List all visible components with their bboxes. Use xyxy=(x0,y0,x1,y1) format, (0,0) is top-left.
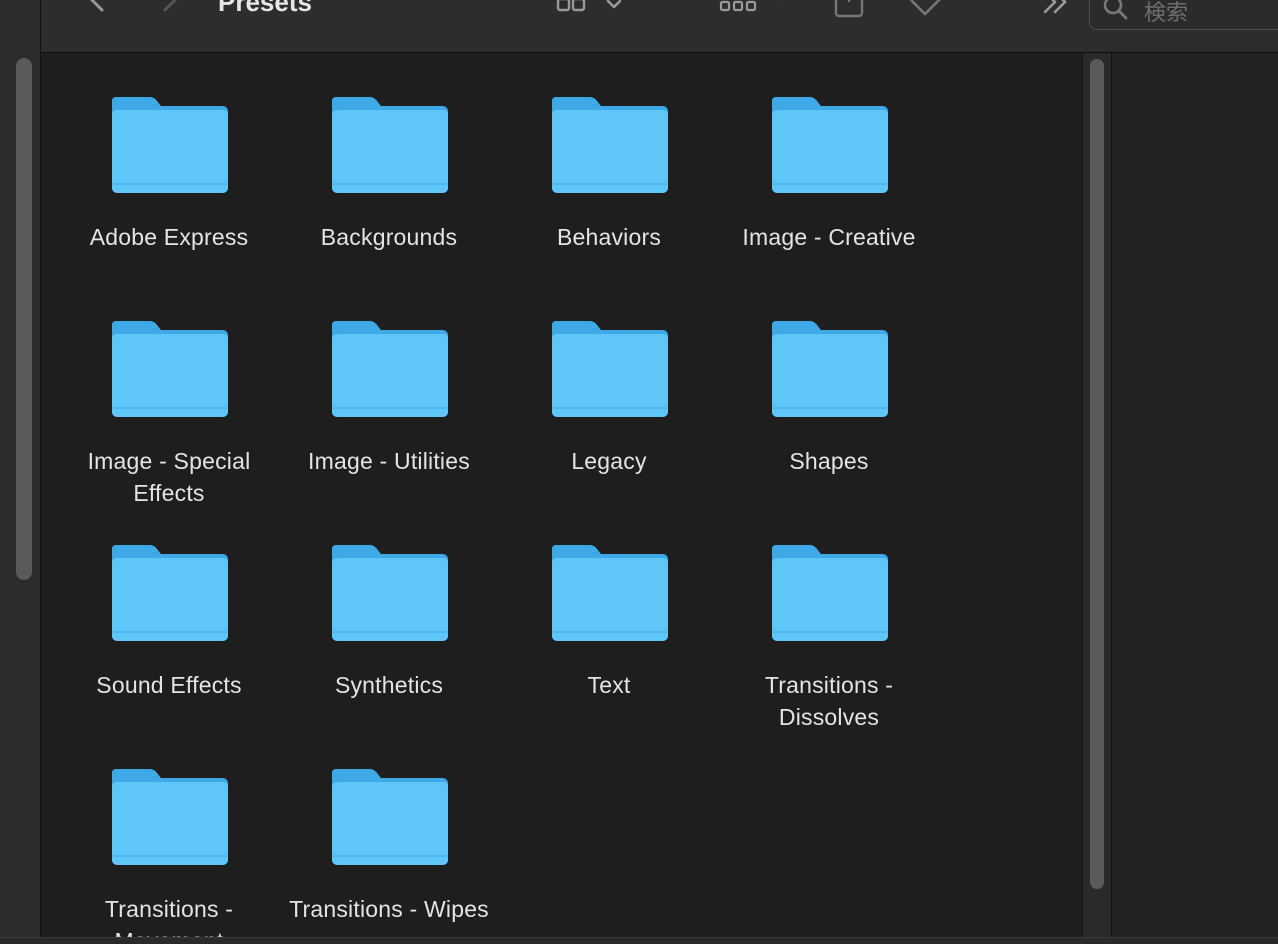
folder-icon xyxy=(112,321,228,417)
sidebar-scrollbar[interactable] xyxy=(16,58,32,580)
folder-item[interactable]: Image - Utilities xyxy=(289,293,489,517)
window-title: Presets xyxy=(218,0,312,17)
folder-label: Shapes xyxy=(789,448,869,474)
folder-icon xyxy=(552,97,668,193)
folder-icon xyxy=(772,321,888,417)
folder-icon xyxy=(552,321,668,417)
folder-item[interactable]: Image - Special Effects xyxy=(69,293,269,517)
folder-label: Behaviors xyxy=(556,224,662,250)
folder-item[interactable]: Backgrounds xyxy=(289,69,489,293)
folder-item[interactable]: Synthetics xyxy=(289,517,489,741)
group-icon[interactable] xyxy=(719,0,793,18)
folder-item[interactable]: Transitions - Dissolves xyxy=(729,517,929,741)
share-icon[interactable] xyxy=(833,0,867,20)
folder-label: Backgrounds xyxy=(320,224,458,250)
folder-item[interactable]: Legacy xyxy=(509,293,709,517)
folder-icon xyxy=(332,321,448,417)
folder-label: Image - Special Effects xyxy=(87,448,251,506)
folder-label: Synthetics xyxy=(334,672,444,698)
forward-icon[interactable] xyxy=(158,0,182,16)
folder-label: Transitions - Dissolves xyxy=(764,672,894,730)
folder-item[interactable]: Shapes xyxy=(729,293,929,517)
content-scrollbar-track[interactable] xyxy=(1082,53,1112,944)
folder-item[interactable]: Image - Creative xyxy=(729,69,929,293)
folder-item[interactable]: Sound Effects xyxy=(69,517,269,741)
content-scrollbar-thumb[interactable] xyxy=(1090,59,1104,889)
back-icon[interactable] xyxy=(85,0,109,16)
folder-icon xyxy=(332,769,448,865)
folder-icon xyxy=(772,97,888,193)
finder-window: Presets 検索 Adobe Express Backgrounds Beh… xyxy=(0,0,1278,944)
preview-pane xyxy=(1112,53,1278,944)
folder-icon xyxy=(332,545,448,641)
status-bar xyxy=(0,937,1278,944)
folder-icon xyxy=(112,769,228,865)
view-icon-grid[interactable] xyxy=(556,0,626,20)
folder-label: Transitions - Wipes xyxy=(289,896,489,922)
folder-label: Image - Utilities xyxy=(308,448,470,474)
folder-icon xyxy=(552,545,668,641)
toolbar: Presets 検索 xyxy=(41,0,1278,53)
search-icon xyxy=(1103,0,1128,20)
folder-icon xyxy=(112,545,228,641)
search-input[interactable]: 検索 xyxy=(1089,0,1278,30)
folder-label: Sound Effects xyxy=(96,672,242,698)
folder-label: Text xyxy=(587,672,631,698)
folder-item[interactable]: Text xyxy=(509,517,709,741)
tag-icon[interactable] xyxy=(907,0,949,20)
folder-grid: Adobe Express Backgrounds Behaviors Image -… xyxy=(41,53,1081,944)
folder-label: Legacy xyxy=(571,448,647,474)
folder-icon xyxy=(112,97,228,193)
folder-icon xyxy=(332,97,448,193)
more-icon[interactable] xyxy=(1043,0,1073,16)
file-browser-content: Adobe Express Backgrounds Behaviors Image -… xyxy=(41,53,1081,944)
folder-label: Adobe Express xyxy=(89,224,249,250)
sidebar xyxy=(0,0,41,944)
folder-item[interactable]: Transitions - Movement xyxy=(69,741,269,944)
folder-item[interactable]: Transitions - Wipes xyxy=(289,741,489,944)
folder-icon xyxy=(772,545,888,641)
folder-item[interactable]: Adobe Express xyxy=(69,69,269,293)
folder-item[interactable]: Behaviors xyxy=(509,69,709,293)
search-placeholder: 検索 xyxy=(1144,0,1189,25)
folder-label: Image - Creative xyxy=(742,224,916,250)
